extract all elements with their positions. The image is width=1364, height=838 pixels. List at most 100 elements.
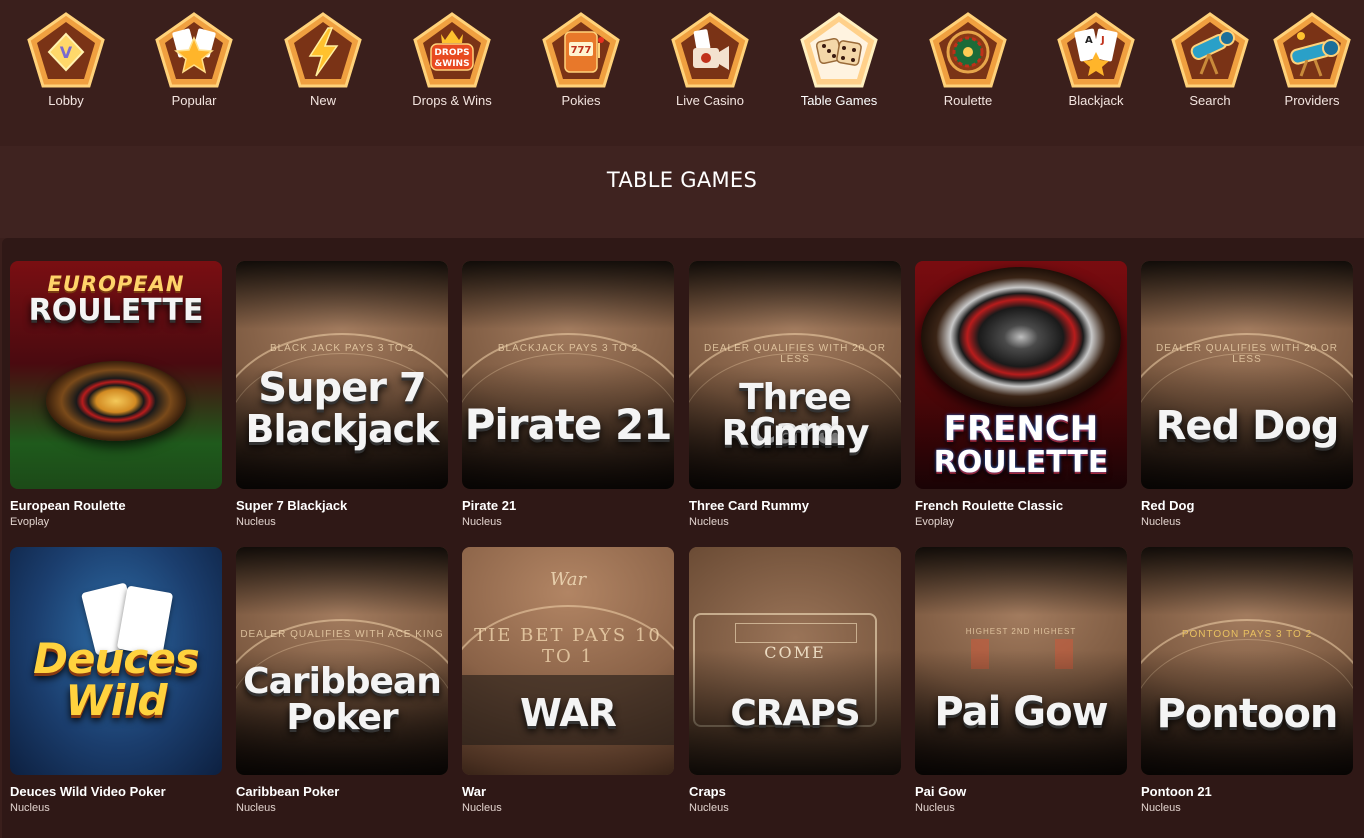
game-card-deuces-wild-video-poker[interactable]: Deuces Wild Deuces Wild Video Poker Nucl… (10, 547, 222, 814)
game-art-title-top: Red Dog (1155, 403, 1340, 449)
game-art-title-top: Caribbean (243, 661, 442, 702)
felt-text: PONTOON PAYS 3 TO 2 (1181, 629, 1313, 640)
game-art-title-bottom: Poker (286, 697, 398, 738)
game-card-pirate-21[interactable]: BLACKJACK PAYS 3 TO 2 Pirate 21 Pirate 2… (462, 261, 674, 528)
game-provider: Nucleus (236, 516, 276, 528)
game-provider: Nucleus (1141, 516, 1181, 528)
game-art-title-top: WAR (520, 691, 617, 735)
svg-text:J: J (1100, 35, 1105, 46)
nav-item-roulette[interactable]: Roulette (918, 10, 1018, 120)
game-card-french-roulette-classic[interactable]: FRENCH ROULETTE French Roulette Classic … (915, 261, 1127, 528)
game-art-title-top: Pai Gow (934, 689, 1108, 735)
felt-title: War (549, 569, 587, 590)
felt-text: DEALER QUALIFIES WITH ACE KING (240, 629, 444, 640)
live-casino-camera-icon (669, 10, 751, 92)
game-provider: Nucleus (1141, 802, 1181, 814)
nav-item-blackjack[interactable]: A J Blackjack (1046, 10, 1146, 120)
game-card-craps[interactable]: COME CRAPS Craps Nucleus (689, 547, 901, 814)
game-provider: Nucleus (10, 802, 50, 814)
game-thumbnail[interactable]: DEALER QUALIFIES WITH 20 OR LESS Three C… (689, 261, 901, 489)
nav-item-lobby[interactable]: V Lobby (16, 10, 116, 120)
nav-label: Pokies (561, 93, 601, 108)
game-art-title-top: Pontoon (1156, 691, 1339, 737)
game-title: French Roulette Classic (915, 498, 1064, 513)
nav-label: Roulette (943, 93, 993, 108)
game-card-war[interactable]: War TIE BET PAYS 10 TO 1 WAR War Nucleus (462, 547, 674, 814)
table-games-dice-icon (798, 10, 880, 92)
svg-text:777: 777 (571, 45, 592, 56)
nav-item-new[interactable]: New (273, 10, 373, 120)
svg-text:DROPS: DROPS (434, 48, 469, 58)
game-thumbnail[interactable]: DEALER QUALIFIES WITH 20 OR LESS Red Dog (1141, 261, 1353, 489)
felt-text: BLACKJACK PAYS 3 TO 2 (497, 343, 639, 354)
game-provider: Nucleus (915, 802, 955, 814)
page-title: TABLE GAMES (606, 168, 758, 192)
game-provider: Evoplay (10, 516, 50, 528)
game-card-pontoon-21[interactable]: PONTOON PAYS 3 TO 2 Pontoon Pontoon 21 N… (1141, 547, 1353, 814)
nav-label: Live Casino (676, 93, 744, 108)
game-art-title-bottom: ROULETTE (28, 293, 204, 328)
popular-star-cards-icon (153, 10, 235, 92)
game-title: European Roulette (10, 498, 126, 513)
game-title: Deuces Wild Video Poker (10, 784, 166, 799)
game-provider: Nucleus (689, 802, 729, 814)
roulette-wheel-art (921, 267, 1121, 407)
nav-label: New (309, 93, 336, 108)
game-thumbnail[interactable]: COME CRAPS (689, 547, 901, 775)
game-card-super-7-blackjack[interactable]: BLACK JACK PAYS 3 TO 2 Super 7 Blackjack… (236, 261, 448, 528)
nav-item-pokies[interactable]: 777 Pokies (531, 10, 631, 120)
nav-item-popular[interactable]: Popular (144, 10, 244, 120)
nav-label: Drops & Wins (412, 93, 492, 108)
nav-label: Search (1189, 93, 1231, 108)
game-card-caribbean-poker[interactable]: DEALER QUALIFIES WITH ACE KING Caribbean… (236, 547, 448, 814)
nav-item-table-games[interactable]: Table Games (789, 10, 889, 120)
game-title: Pirate 21 (462, 498, 517, 513)
game-thumbnail[interactable]: EUROPEAN ROULETTE (10, 261, 222, 489)
game-card-three-card-rummy[interactable]: DEALER QUALIFIES WITH 20 OR LESS Three C… (689, 261, 901, 528)
game-thumbnail[interactable]: Deuces Wild (10, 547, 222, 775)
game-title: Pai Gow (915, 784, 967, 799)
game-art-title-bottom: ROULETTE (933, 445, 1109, 480)
game-art-title-top: CRAPS (730, 693, 860, 734)
game-title: Caribbean Poker (236, 784, 340, 799)
game-art-title-bottom: Wild (65, 676, 167, 725)
nav-item-providers[interactable]: Providers (1262, 10, 1362, 120)
providers-telescope-icon (1271, 10, 1353, 92)
search-telescope-icon (1169, 10, 1251, 92)
game-title: War (462, 784, 487, 799)
nav-item-search[interactable]: Search (1160, 10, 1260, 120)
game-thumbnail[interactable]: BLACKJACK PAYS 3 TO 2 Pirate 21 (462, 261, 674, 489)
felt-text: DEALER QUALIFIES WITH 20 OR LESS (1155, 343, 1339, 365)
game-art-title-bottom: Rummy (721, 413, 870, 454)
game-thumbnail[interactable]: FRENCH ROULETTE (915, 261, 1127, 489)
pokies-slot-machine-icon: 777 (540, 10, 622, 92)
felt-text: BLACK JACK PAYS 3 TO 2 (269, 343, 415, 354)
svg-text:&WINS: &WINS (434, 59, 469, 69)
nav-item-live-casino[interactable]: Live Casino (660, 10, 760, 120)
game-thumbnail[interactable]: PONTOON PAYS 3 TO 2 Pontoon (1141, 547, 1353, 775)
new-lightning-icon (282, 10, 364, 92)
felt-text: DEALER QUALIFIES WITH 20 OR LESS (703, 343, 887, 365)
craps-number-row (735, 623, 857, 643)
game-art-title-top: FRENCH (943, 409, 1099, 449)
felt-text: TIE BET PAYS 10 TO 1 (474, 625, 662, 667)
game-art-title-top: EUROPEAN (47, 272, 185, 296)
game-thumbnail[interactable]: BLACK JACK PAYS 3 TO 2 Super 7 Blackjack (236, 261, 448, 489)
game-thumbnail[interactable]: War TIE BET PAYS 10 TO 1 WAR (462, 547, 674, 775)
game-art-title-top: Pirate 21 (464, 400, 673, 449)
lobby-diamond-icon: V (25, 10, 107, 92)
game-title: Three Card Rummy (689, 498, 809, 513)
drops-wins-crown-icon: DROPS &WINS (411, 10, 493, 92)
game-card-red-dog[interactable]: DEALER QUALIFIES WITH 20 OR LESS Red Dog… (1141, 261, 1353, 528)
game-card-pai-gow[interactable]: HIGHEST 2ND HIGHEST Pai Gow Pai Gow Nucl… (915, 547, 1127, 814)
game-thumbnail[interactable]: DEALER QUALIFIES WITH ACE KING Caribbean… (236, 547, 448, 775)
category-nav: V Lobby Popular New DROPS &WINS Drops & … (0, 0, 1364, 146)
game-title: Super 7 Blackjack (236, 498, 348, 513)
nav-label: Lobby (48, 93, 84, 108)
game-provider: Nucleus (236, 802, 276, 814)
nav-item-drops-wins[interactable]: DROPS &WINS Drops & Wins (402, 10, 502, 120)
game-thumbnail[interactable]: HIGHEST 2ND HIGHEST Pai Gow (915, 547, 1127, 775)
game-card-european-roulette[interactable]: EUROPEAN ROULETTE European Roulette Evop… (10, 261, 222, 528)
game-provider: Nucleus (462, 802, 502, 814)
game-title: Red Dog (1141, 498, 1195, 513)
